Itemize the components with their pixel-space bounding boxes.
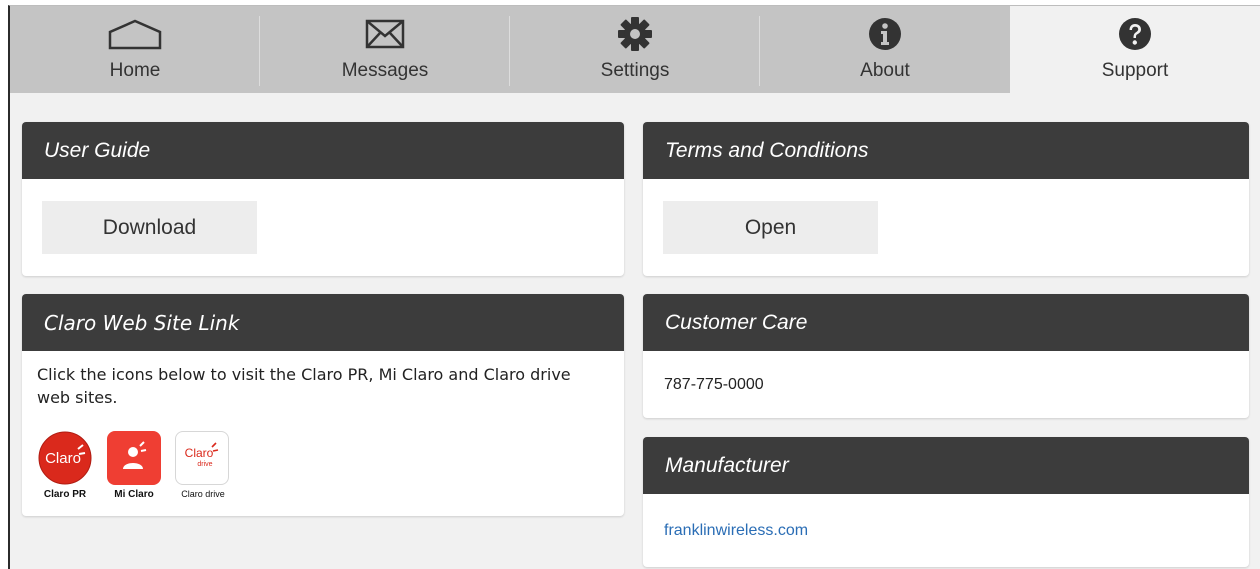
claro-pr-label: Claro PR	[43, 489, 87, 500]
claro-links-description: Click the icons below to visit the Claro…	[37, 365, 571, 407]
top-nav: Home Messages Settings About Support	[10, 6, 1260, 93]
info-icon	[868, 12, 902, 56]
open-button[interactable]: Open	[663, 201, 878, 254]
user-guide-card: User Guide Download	[22, 122, 624, 276]
manufacturer-title: Manufacturer	[643, 437, 1249, 494]
svg-text:Claro: Claro	[45, 450, 81, 467]
mi-claro-label: Mi Claro	[114, 489, 154, 500]
tab-home[interactable]: Home	[10, 6, 260, 93]
claro-links-card: Claro Web Site Link Click the icons belo…	[22, 294, 624, 516]
tab-about[interactable]: About	[760, 6, 1010, 93]
svg-text:drive: drive	[197, 461, 212, 468]
terms-card: Terms and Conditions Open	[643, 122, 1249, 276]
tab-messages-label: Messages	[341, 60, 429, 81]
home-icon	[107, 12, 163, 56]
tab-settings[interactable]: Settings	[510, 6, 760, 93]
claro-links-title: Claro Web Site Link	[22, 294, 624, 351]
user-guide-title: User Guide	[22, 122, 624, 179]
manufacturer-link[interactable]: franklinwireless.com	[664, 522, 808, 540]
claro-drive-logo[interactable]: Claro drive	[175, 431, 229, 485]
tab-about-label: About	[860, 60, 910, 81]
tab-messages[interactable]: Messages	[260, 6, 510, 93]
claro-pr-logo[interactable]: Claro	[38, 431, 92, 485]
customer-care-phone: 787-775-0000	[664, 376, 764, 393]
app-frame: Home Messages Settings About Support Use…	[8, 5, 1260, 569]
tab-settings-label: Settings	[600, 60, 670, 81]
tab-support[interactable]: Support	[1010, 6, 1260, 93]
mi-claro-logo[interactable]	[107, 431, 161, 485]
question-icon	[1118, 12, 1152, 56]
gear-icon	[617, 12, 653, 56]
terms-title: Terms and Conditions	[643, 122, 1249, 179]
tab-home-label: Home	[109, 60, 161, 81]
svg-text:Claro: Claro	[185, 446, 214, 460]
claro-drive-label: Claro drive	[181, 489, 225, 499]
manufacturer-card: Manufacturer franklinwireless.com	[643, 437, 1249, 567]
customer-care-card: Customer Care 787-775-0000	[643, 294, 1249, 418]
envelope-icon	[365, 12, 405, 56]
customer-care-title: Customer Care	[643, 294, 1249, 351]
download-button[interactable]: Download	[42, 201, 257, 254]
tab-support-label: Support	[1101, 60, 1169, 81]
